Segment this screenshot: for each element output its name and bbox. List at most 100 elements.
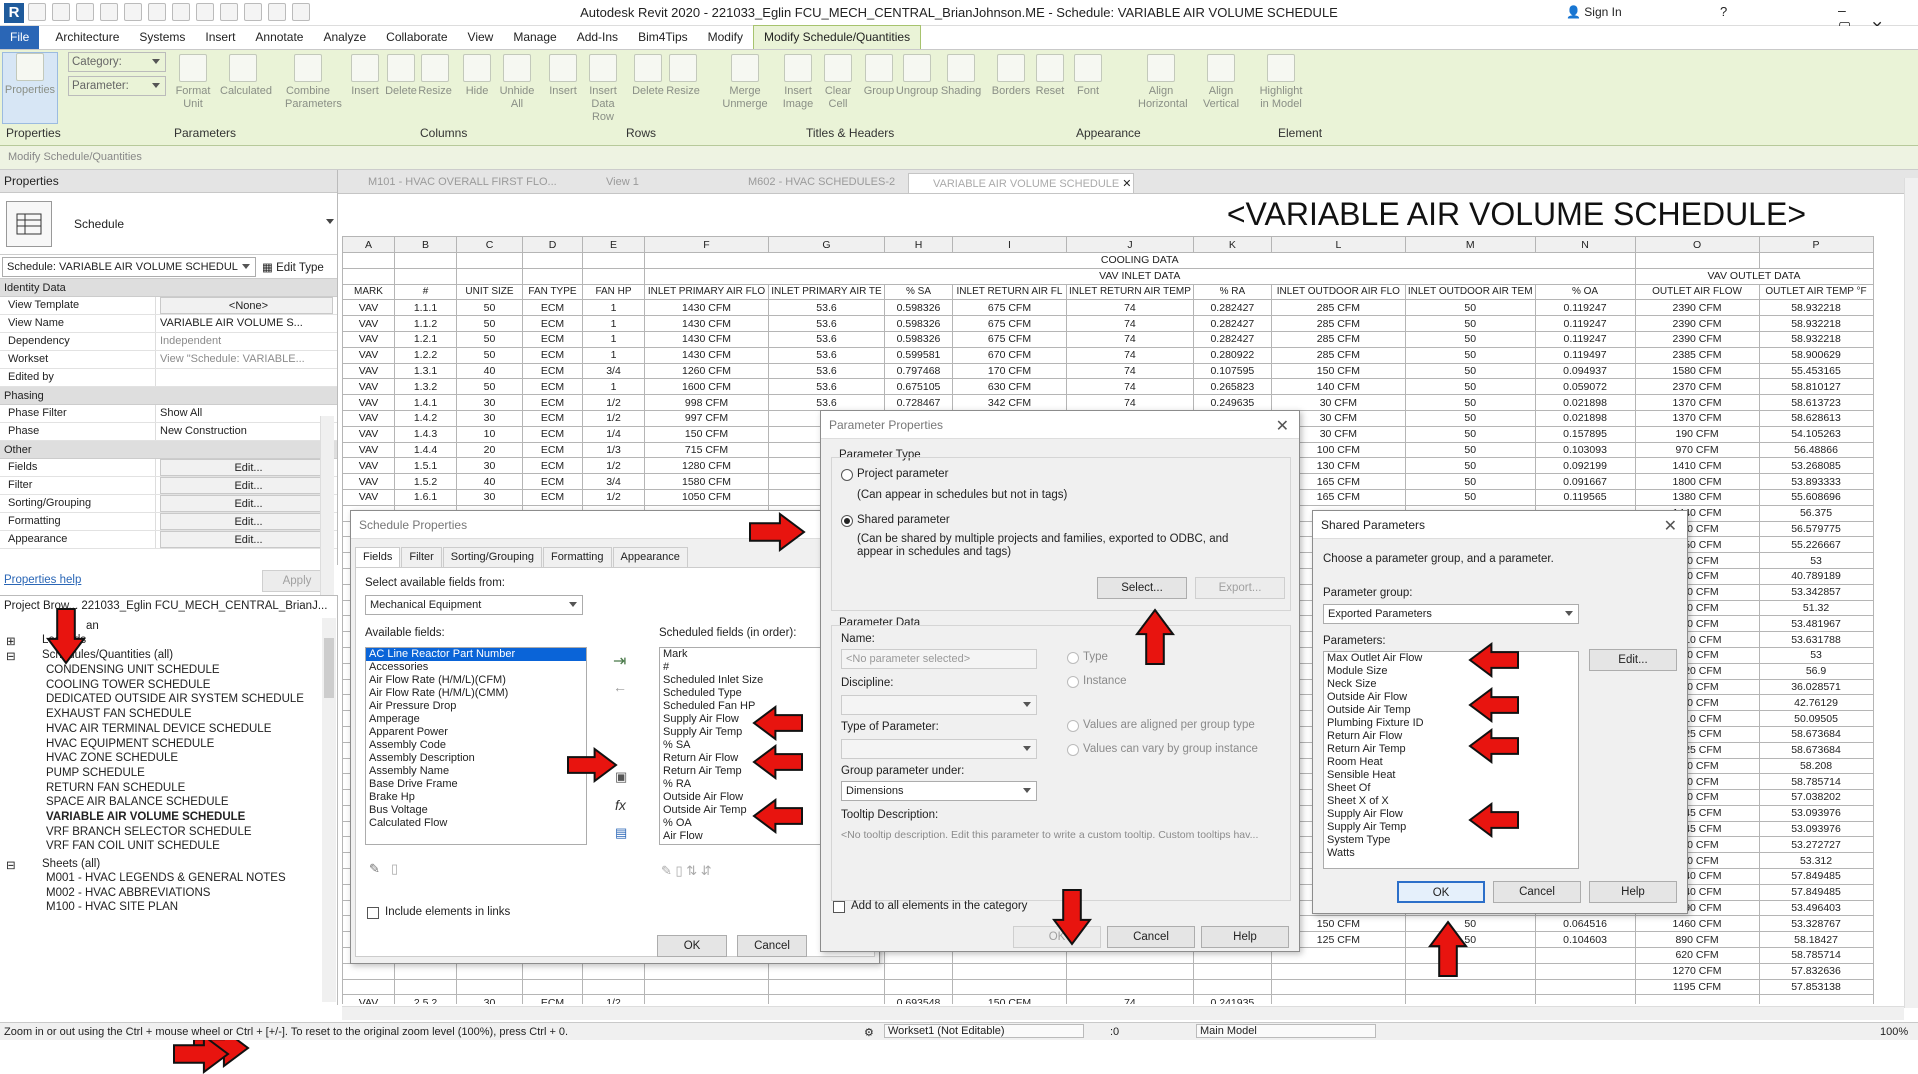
table-cell[interactable]: 285 CFM <box>1270 299 1406 317</box>
table-cell[interactable]: 170 CFM <box>952 362 1067 380</box>
prop-value-view-name[interactable]: VARIABLE AIR VOLUME S... <box>156 315 337 332</box>
table-cell[interactable]: 0.119497 <box>1534 346 1636 364</box>
table-cell[interactable]: 10 <box>456 425 523 443</box>
table-cell[interactable]: 150 CFM <box>952 994 1067 1004</box>
instance-selector[interactable]: Schedule: VARIABLE AIR VOLUME SCHEDUL <box>2 257 256 277</box>
table-cell[interactable]: 50 <box>456 315 523 332</box>
table-cell[interactable]: 0.693548 <box>884 994 953 1004</box>
table-cell[interactable]: VAV <box>342 362 395 380</box>
table-cell[interactable]: ECM <box>522 457 583 475</box>
browser-sheet-m002-hvac-abbreviations[interactable]: M002 - HVAC ABBREVIATIONS <box>46 887 210 899</box>
table-cell[interactable]: 57.849485 <box>1758 868 1874 885</box>
browser-sheet-m001-hvac-legends-general-notes[interactable]: M001 - HVAC LEGENDS & GENERAL NOTES <box>46 872 286 884</box>
properties-help-link[interactable]: Properties help <box>4 574 81 586</box>
table-cell[interactable]: 1/2 <box>582 488 645 506</box>
tree-toggle-icon[interactable]: ⊟ <box>6 858 16 872</box>
table-cell[interactable]: 0.598326 <box>884 299 953 317</box>
table-cell[interactable]: 50 <box>456 378 523 396</box>
column-letter-g[interactable]: G <box>768 236 885 253</box>
table-cell[interactable]: 50 <box>1404 299 1536 317</box>
available-fields-list[interactable]: AC Line Reactor Part Number Accessories Ai… <box>365 647 587 845</box>
sp-tab-filter[interactable]: Filter <box>401 547 442 567</box>
table-cell[interactable]: VAV <box>342 473 395 490</box>
table-cell[interactable]: 50 <box>1404 315 1536 332</box>
add-field-icon[interactable]: ⇥ <box>613 651 626 671</box>
available-field[interactable]: Calculated Flow <box>366 817 586 830</box>
shared-parameter-item[interactable]: Plumbing Fixture ID <box>1324 717 1578 730</box>
table-cell[interactable]: 1460 CFM <box>1634 915 1760 933</box>
table-cell[interactable]: 53.272727 <box>1758 836 1874 854</box>
table-cell[interactable]: ECM <box>522 994 583 1004</box>
table-cell[interactable]: 0.282427 <box>1192 315 1272 332</box>
tab-systems[interactable]: Systems <box>129 26 195 49</box>
table-cell[interactable]: 1 <box>582 346 645 364</box>
ribbon-calculated-button[interactable]: Calculated <box>220 54 272 98</box>
vav-outlet-header[interactable]: VAV OUTLET DATA <box>1634 267 1874 285</box>
available-field[interactable]: Amperage <box>366 713 586 726</box>
table-cell[interactable]: 0.675105 <box>884 378 953 396</box>
instance-radio[interactable] <box>1067 676 1079 688</box>
table-cell[interactable]: 53.6 <box>768 315 885 332</box>
table-cell[interactable]: 50 <box>456 346 523 364</box>
column-letter-n[interactable]: N <box>1534 236 1636 253</box>
table-cell[interactable]: 30 <box>456 394 523 411</box>
table-cell[interactable]: 56.9 <box>1758 662 1874 680</box>
schedule-ok-button[interactable]: OK <box>657 935 727 957</box>
table-cell[interactable]: 1.3.1 <box>394 362 457 380</box>
table-cell[interactable]: ECM <box>522 441 583 459</box>
table-cell[interactable]: 50 <box>1404 457 1536 475</box>
table-cell[interactable]: 53.631788 <box>1758 631 1874 648</box>
table-cell[interactable]: 1.4.4 <box>394 441 457 459</box>
table-cell[interactable]: 53.328767 <box>1758 915 1874 933</box>
doc-tab-m602-hvac-schedules-2[interactable]: M602 - HVAC SCHEDULES-2 <box>724 173 901 193</box>
table-cell[interactable]: 0.119247 <box>1534 330 1636 348</box>
workset-select[interactable]: Workset1 (Not Editable) <box>884 1024 1084 1038</box>
column-header[interactable]: FAN HP <box>582 283 645 301</box>
table-cell[interactable]: 1/2 <box>582 394 645 411</box>
tooltip-description[interactable]: <No tooltip description. Edit this param… <box>841 829 1281 841</box>
parameter-name-field[interactable]: <No parameter selected> <box>841 649 1037 669</box>
ribbon-unhide-all-button[interactable]: Unhide All <box>494 54 540 111</box>
prop-value-workset[interactable]: View "Schedule: VARIABLE... <box>156 351 337 368</box>
type-of-parameter-select[interactable] <box>841 739 1037 759</box>
table-cell[interactable]: 675 CFM <box>952 299 1067 317</box>
table-cell[interactable]: VAV <box>342 315 395 332</box>
table-cell[interactable]: 1.1.2 <box>394 315 457 332</box>
shared-parameter-item[interactable]: Room Heat <box>1324 756 1578 769</box>
type-radio[interactable] <box>1067 652 1079 664</box>
table-cell[interactable]: VAV <box>342 488 395 506</box>
table-cell[interactable]: 1/2 <box>582 994 645 1004</box>
table-cell[interactable]: 0.104603 <box>1534 931 1636 949</box>
table-cell[interactable] <box>1758 994 1874 1004</box>
table-cell[interactable]: 285 CFM <box>1270 346 1406 364</box>
table-cell[interactable]: 53.6 <box>768 299 885 317</box>
prop-value-edited-by[interactable] <box>156 369 337 386</box>
table-cell[interactable] <box>1270 994 1406 1004</box>
table-cell[interactable]: 285 CFM <box>1270 330 1406 348</box>
table-cell[interactable]: 675 CFM <box>952 315 1067 332</box>
table-cell[interactable]: 997 CFM <box>644 409 769 427</box>
table-cell[interactable]: 57.832636 <box>1758 962 1874 980</box>
table-cell[interactable]: 1.3.2 <box>394 378 457 396</box>
properties-button[interactable]: Properties <box>2 52 58 124</box>
table-cell[interactable]: 2370 CFM <box>1634 378 1760 396</box>
ribbon-resize-button[interactable]: Resize <box>412 54 458 98</box>
design-option-select[interactable]: Main Model <box>1196 1024 1376 1038</box>
table-cell[interactable]: 53.093976 <box>1758 804 1874 822</box>
column-letter-k[interactable]: K <box>1192 236 1272 253</box>
table-cell[interactable] <box>1534 994 1636 1004</box>
table-cell[interactable]: 58.673684 <box>1758 725 1874 743</box>
table-cell[interactable]: 56.375 <box>1758 504 1874 522</box>
table-cell[interactable]: 58.900629 <box>1758 346 1874 364</box>
parameter-help-button[interactable]: Help <box>1201 926 1289 948</box>
table-cell[interactable]: 1380 CFM <box>1634 488 1760 506</box>
table-cell[interactable]: 57.038202 <box>1758 789 1874 806</box>
table-cell[interactable]: 50 <box>456 299 523 317</box>
table-cell[interactable]: 54.105263 <box>1758 425 1874 443</box>
table-cell[interactable]: ECM <box>522 330 583 348</box>
table-cell[interactable]: 50 <box>1404 931 1536 949</box>
shared-parameter-item[interactable]: Neck Size <box>1324 678 1578 691</box>
table-cell[interactable]: 50 <box>1404 362 1536 380</box>
column-header[interactable]: INLET OUTDOOR AIR FLO <box>1270 283 1406 301</box>
available-field[interactable]: Brake Hp <box>366 791 586 804</box>
